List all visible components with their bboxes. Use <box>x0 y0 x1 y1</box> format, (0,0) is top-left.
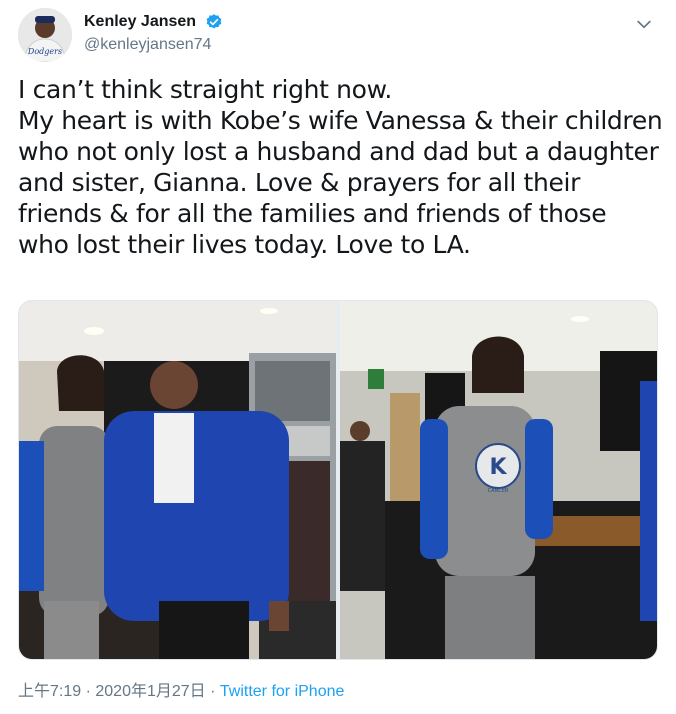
photo-left[interactable] <box>19 301 336 659</box>
meta-separator: · <box>81 683 96 700</box>
chevron-down-icon[interactable] <box>634 14 654 34</box>
svg-text:CANCER: CANCER <box>488 488 509 494</box>
tweet-time[interactable]: 上午7:19 <box>18 683 81 700</box>
avatar[interactable]: Dodgers <box>18 8 72 62</box>
handle[interactable]: @kenleyjansen74 <box>84 34 223 56</box>
media-grid: K CANCER <box>18 300 658 660</box>
tweet-source-link[interactable]: Twitter for iPhone <box>220 683 345 700</box>
display-name[interactable]: Kenley Jansen <box>84 12 196 32</box>
tweet-date[interactable]: 2020年1月27日 <box>95 683 205 700</box>
svg-text:Dodgers: Dodgers <box>27 47 62 56</box>
photo-right[interactable]: K CANCER <box>340 301 657 659</box>
svg-text:K: K <box>489 455 507 480</box>
verified-badge-icon <box>205 13 223 31</box>
author-block: Kenley Jansen @kenleyjansen74 <box>84 12 223 56</box>
tweet-text: I can’t think straight right now. My hea… <box>18 75 663 259</box>
meta-separator: · <box>205 683 220 700</box>
tweet-meta: 上午7:19 · 2020年1月27日 · Twitter for iPhone <box>18 682 344 702</box>
tweet-header: Dodgers Kenley Jansen @kenleyjansen74 <box>18 8 658 64</box>
